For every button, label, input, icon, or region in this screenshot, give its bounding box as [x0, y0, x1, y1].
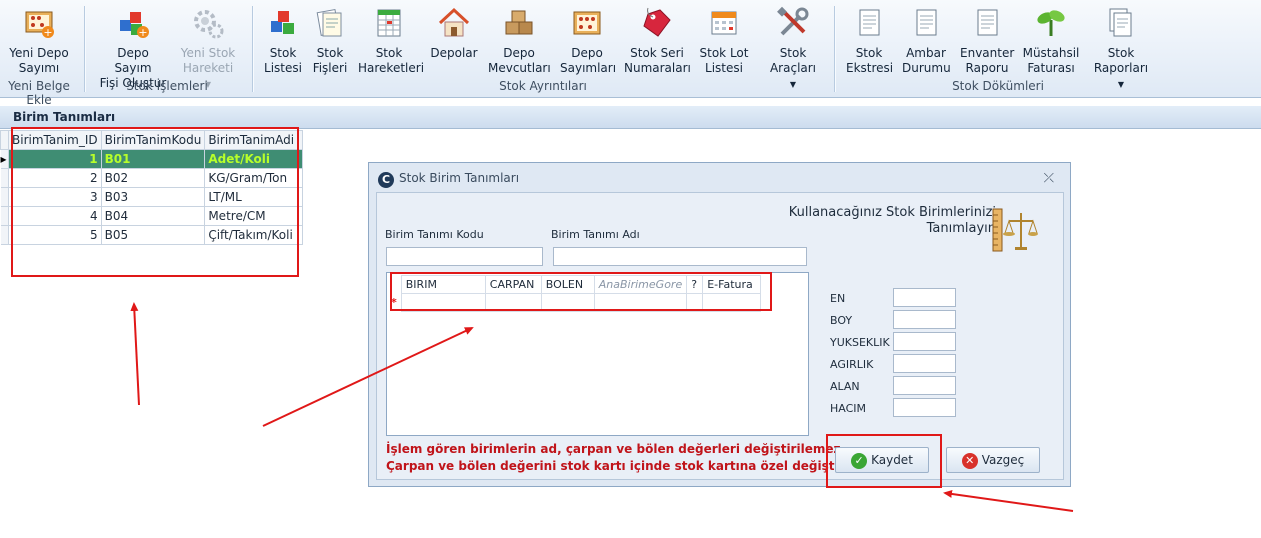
group-label-stok-ayrintilari: Stok Ayrıntıları [499, 79, 587, 93]
stok-hareketleri-button[interactable]: Stok Hareketleri [358, 6, 425, 76]
vazgec-button[interactable]: ✕ Vazgeç [946, 447, 1040, 473]
annotation-box-subgrid-header [390, 272, 772, 311]
stok-listesi-label: Stok Listesi [264, 46, 302, 75]
agirlik-input[interactable] [893, 354, 956, 373]
annotation-box-grid [11, 127, 299, 277]
stok-hareketleri-label: Stok Hareketleri [358, 46, 425, 75]
birim-tanimi-adi-label: Birim Tanımı Adı [551, 228, 640, 241]
hacim-label: HACIM [830, 402, 867, 415]
boy-input[interactable] [893, 310, 956, 329]
row-indicator [0, 206, 9, 226]
app-logo-icon: C [378, 172, 394, 188]
plant-icon [1034, 6, 1068, 40]
birim-tanimi-adi-input[interactable] [553, 247, 807, 266]
stok-seri-numaralari-button[interactable]: Stok Seri Numaraları [624, 6, 691, 76]
ambar-durumu-label: Ambar Durumu [902, 46, 951, 75]
agirlik-label: AGIRLIK [830, 358, 874, 371]
alan-input[interactable] [893, 376, 956, 395]
abacus-plus-icon: + [22, 6, 56, 40]
cubes-plus-icon: + [116, 6, 150, 40]
stok-lot-listesi-button[interactable]: Stok Lot Listesi [698, 6, 750, 76]
row-indicator [0, 225, 9, 245]
depo-sayimlari-label: Depo Sayımları [560, 46, 617, 75]
birim-tanimi-kodu-input[interactable] [386, 247, 543, 266]
en-input[interactable] [893, 288, 956, 307]
yukseklik-input[interactable] [893, 332, 956, 351]
annotation-box-kaydet [826, 434, 942, 488]
yeni-depo-sayimi-label: Yeni Depo Sayımı [9, 46, 69, 75]
gears-icon [191, 6, 225, 40]
row-pointer-icon: ▸ [0, 149, 9, 169]
hacim-input[interactable] [893, 398, 956, 417]
yeni-stok-hareketi-label: Yeni Stok Hareketi [180, 46, 236, 75]
tools-icon [776, 6, 810, 40]
stok-lot-listesi-label: Stok Lot Listesi [699, 46, 749, 75]
envanter-raporu-label: Envanter Raporu [960, 46, 1015, 75]
depo-sayimlari-button[interactable]: Depo Sayımları [560, 6, 617, 76]
stok-araclari-label: Stok Araçları [769, 46, 817, 75]
documents-icon [313, 6, 347, 40]
dialog-body: Birim Tanımı Kodu Birim Tanımı Adı BIRIM… [376, 192, 1064, 480]
alan-label: ALAN [830, 380, 860, 393]
row-indicator [0, 187, 9, 207]
ribbon-toolbar: + Yeni Depo Sayımı Yeni Belge Ekle + Dep… [0, 0, 1261, 107]
boxes-icon [502, 6, 536, 40]
close-icon[interactable]: ⤫ [1044, 171, 1054, 186]
side-title-line1: Kullanacağınız Stok Birimlerinizi [788, 205, 996, 220]
group-label-yeni-belge-ekle: Yeni Belge Ekle [8, 79, 70, 107]
ambar-durumu-button[interactable]: Ambar Durumu [902, 6, 951, 76]
mustahsil-faturasi-button[interactable]: Müstahsil Faturası [1022, 6, 1080, 76]
row-indicator-header [0, 130, 9, 150]
reports-icon [1104, 6, 1138, 40]
ribbon-separator [252, 6, 253, 92]
vazgec-label: Vazgeç [981, 453, 1025, 467]
yukseklik-label: YUKSEKLIK [830, 336, 890, 349]
dialog-title: Stok Birim Tanımları [399, 171, 520, 185]
group-label-stok-islemleri: Stok İşlemleri [126, 79, 208, 93]
svg-text:+: + [138, 26, 147, 39]
depo-mevcutlari-button[interactable]: Depo Mevcutları [488, 6, 551, 76]
stok-birim-tanimlari-dialog: C Stok Birim Tanımları ⤫ Birim Tanımı Ko… [368, 162, 1071, 487]
depolar-button[interactable]: Depolar [430, 6, 478, 61]
arrow-to-grid [130, 302, 140, 406]
abacus-icon [570, 6, 604, 40]
house-icon [437, 6, 471, 40]
depo-mevcutlari-label: Depo Mevcutları [488, 46, 551, 75]
cancel-icon: ✕ [961, 452, 978, 469]
row-indicator [0, 168, 9, 188]
group-label-stok-dokumleri: Stok Dökümleri [952, 79, 1044, 93]
arrow-to-kaydet [943, 490, 1074, 512]
side-title: Kullanacağınız Stok Birimlerinizi Tanıml… [789, 205, 996, 237]
depolar-label: Depolar [430, 46, 478, 60]
report-icon [852, 6, 886, 40]
birim-tanimi-kodu-label: Birim Tanımı Kodu [385, 228, 484, 241]
report-icon [970, 6, 1004, 40]
warning-text-line1: İşlem gören birimlerin ad, çarpan ve böl… [386, 442, 846, 456]
en-label: EN [830, 292, 846, 305]
side-title-line2: Tanımlayın [926, 221, 996, 236]
calendar-icon [707, 6, 741, 40]
ruler-scale-icon [991, 207, 1039, 256]
stok-raporlari-label: Stok Raporları [1093, 46, 1149, 75]
mustahsil-faturasi-label: Müstahsil Faturası [1022, 46, 1080, 75]
svg-text:+: + [43, 26, 52, 39]
ribbon-separator [84, 6, 85, 92]
stok-ekstresi-button[interactable]: Stok Ekstresi [846, 6, 894, 76]
stok-fisleri-button[interactable]: Stok Fişleri [309, 6, 351, 76]
ribbon-separator [834, 6, 835, 92]
envanter-raporu-button[interactable]: Envanter Raporu [960, 6, 1014, 76]
yeni-depo-sayimi-button[interactable]: + Yeni Depo Sayımı [8, 6, 70, 76]
stok-seri-numaralari-label: Stok Seri Numaraları [624, 46, 691, 75]
dialog-titlebar[interactable]: C Stok Birim Tanımları ⤫ [369, 163, 1070, 193]
stok-fisleri-label: Stok Fişleri [312, 46, 348, 75]
stok-listesi-button[interactable]: Stok Listesi [262, 6, 304, 76]
report-icon [909, 6, 943, 40]
boy-label: BOY [830, 314, 853, 327]
panel-title: Birim Tanımları [0, 106, 1261, 129]
spreadsheet-icon [372, 6, 406, 40]
cubes-icon [266, 6, 300, 40]
stok-ekstresi-label: Stok Ekstresi [846, 46, 894, 75]
tag-icon [640, 6, 674, 40]
